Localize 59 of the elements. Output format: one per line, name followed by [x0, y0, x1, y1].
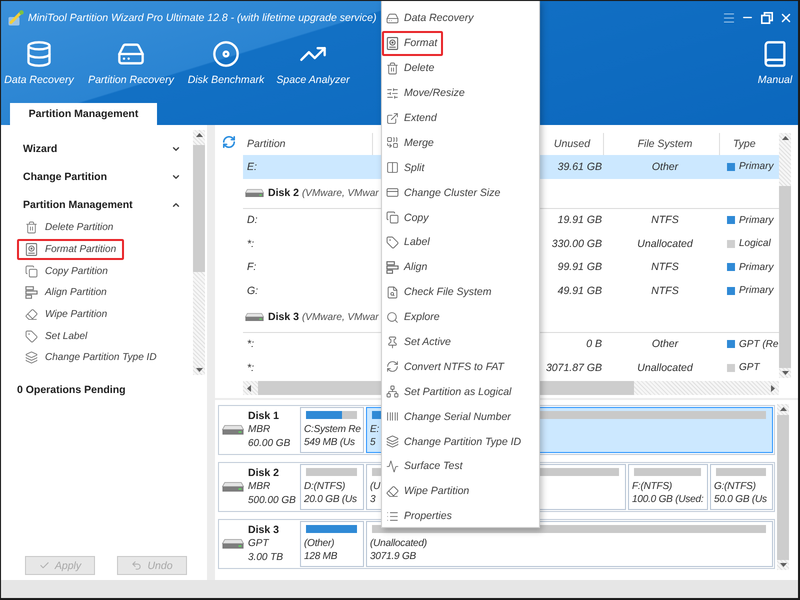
partition-size: 3: [370, 493, 376, 506]
table-cell-text: Unallocated: [636, 362, 694, 374]
table-cell-text: G:: [246, 284, 260, 297]
table-cell-text: 49.91 GB: [556, 284, 603, 297]
table-cell-text: NTFS: [650, 214, 680, 226]
partition-label: E:: [370, 423, 380, 436]
disk-size: 500.00 GB: [248, 494, 296, 508]
partition-size: 128 MB: [304, 550, 338, 563]
table-cell-text: Other: [650, 160, 680, 173]
disk-detail: (VMware, VMwar: [302, 312, 379, 322]
table-cell: Primary: [739, 262, 774, 273]
table-cell-text: *:: [246, 238, 256, 250]
table-cell-text: 39.61 GB: [556, 160, 603, 173]
disk-name: Disk 2: [248, 466, 279, 480]
table-cell-text: NTFS: [650, 284, 680, 297]
disk-name: Disk 3: [268, 311, 299, 323]
disk-scheme: GPT: [248, 537, 269, 551]
partition-size: 20.0 GB (Us: [304, 493, 357, 506]
disk-name: Disk 2: [268, 187, 299, 199]
table-cell-text: *:: [246, 338, 256, 350]
disk-scheme: MBR: [248, 480, 270, 494]
table-cell: Logical: [739, 238, 771, 250]
partition-size: 50.0 GB (Us: [714, 493, 767, 506]
disk-size: 60.00 GB: [248, 436, 290, 450]
table-cell-text: 3071.87 GB: [544, 362, 603, 374]
table-cell: Primary: [739, 285, 774, 296]
partition-label: (U: [370, 480, 380, 493]
partition-size: 549 MB (Us: [304, 436, 355, 449]
table-cell: GPT: [739, 362, 760, 374]
table-cell-text: 99.91 GB: [556, 261, 603, 274]
disk-name: Disk 3: [248, 524, 279, 538]
table-cell-text: 0 B: [585, 338, 603, 350]
table-cell-text: Other: [650, 338, 680, 350]
table-cell: Primary: [739, 161, 774, 172]
table-cell-text: NTFS: [650, 261, 680, 274]
partition-label: C:System Re: [304, 423, 361, 436]
disk-name: Disk 1: [248, 410, 279, 424]
disk-scheme: MBR: [248, 423, 270, 437]
partition-label: G:(NTFS): [714, 480, 756, 493]
partition-size: 100.0 GB (Used:: [632, 493, 704, 506]
table-cell: GPT (Re: [739, 338, 778, 350]
partition-label: (Unallocated): [370, 537, 427, 550]
table-cell-text: D:: [246, 214, 258, 226]
table-cell-text: 330.00 GB: [550, 238, 603, 250]
window-title: MiniTool Partition Wizard Pro Ultimate 12.8 - (with lifetime upgrade service): [28, 12, 376, 24]
table-cell-text: *:: [246, 362, 256, 374]
table-cell-text: 19.91 GB: [556, 214, 603, 226]
partition-size: 5: [370, 436, 376, 449]
table-cell-text: Unallocated: [636, 238, 694, 250]
table-cell-text: F:: [246, 261, 258, 274]
table-cell: Primary: [739, 214, 774, 226]
partition-label: F:(NTFS): [632, 480, 672, 493]
disk-detail: (VMware, VMwar: [302, 188, 379, 198]
partition-label: (Other): [304, 537, 334, 550]
disk-size: 3.00 TB: [248, 550, 284, 564]
partition-size: 3071.9 GB: [370, 550, 416, 563]
pending-operations-label: 0 Operations Pending: [17, 384, 126, 396]
partition-label: D:(NTFS): [304, 480, 346, 493]
table-cell-text: E:: [246, 160, 258, 173]
